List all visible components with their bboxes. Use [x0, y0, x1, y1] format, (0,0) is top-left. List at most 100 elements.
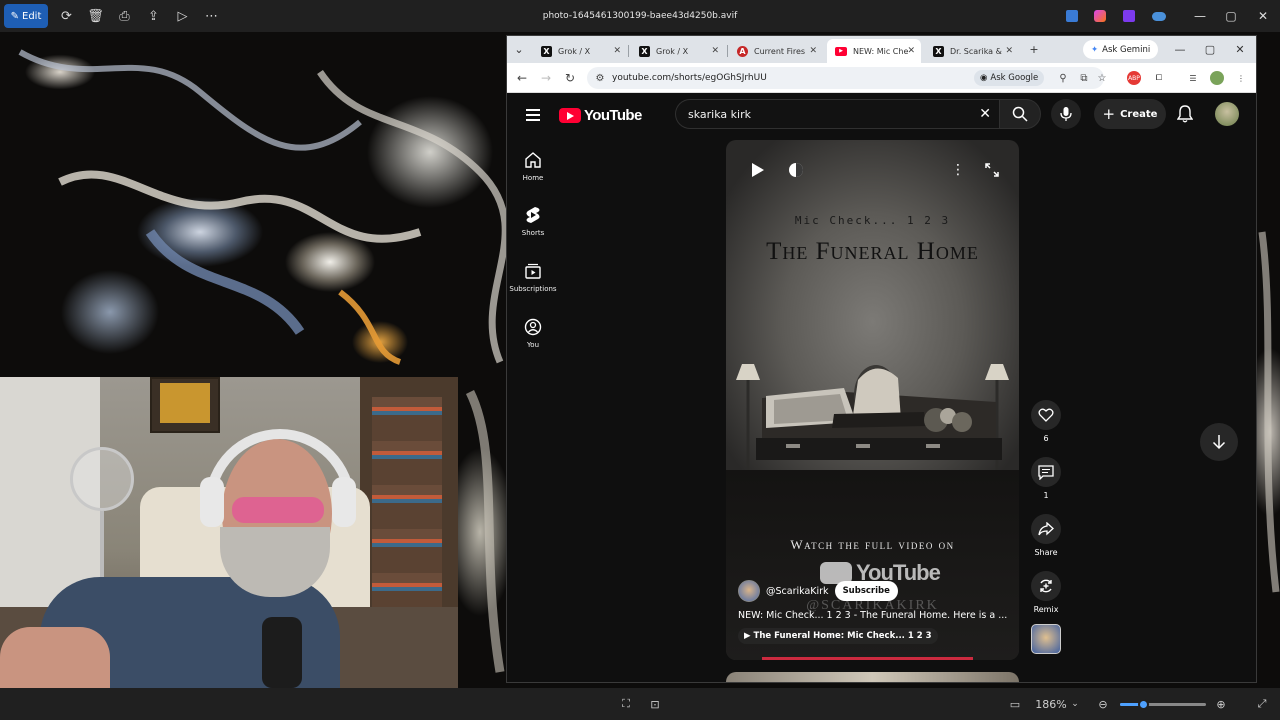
- extensions-icon[interactable]: ⧠: [1152, 71, 1166, 85]
- search-input[interactable]: skarika kirk ✕: [675, 99, 999, 129]
- overlay-subtitle: Mic Check... 1 2 3: [794, 214, 951, 227]
- search-button[interactable]: [999, 99, 1041, 129]
- slideshow-icon[interactable]: ▷: [168, 0, 197, 32]
- gemini-icon: ✦: [1091, 44, 1099, 55]
- channel-name[interactable]: @ScarikaKirk: [766, 586, 829, 597]
- rotate-icon[interactable]: ⟳: [52, 0, 81, 32]
- tab-youtube[interactable]: ▶ NEW: Mic Che ✕: [827, 39, 921, 63]
- sidebar-item-label: Subscriptions: [509, 285, 557, 293]
- fullscreen-icon[interactable]: [980, 158, 1004, 182]
- youtube-icon: [559, 107, 581, 123]
- app-icon-3[interactable]: [1113, 0, 1145, 32]
- related-video-link[interactable]: ▶ The Funeral Home: Mic Check... 1 2 3: [738, 628, 938, 644]
- maximize-button[interactable]: ▢: [1195, 36, 1225, 63]
- create-button[interactable]: + Create: [1094, 99, 1166, 129]
- share-button[interactable]: Share: [1029, 514, 1063, 557]
- tab-search-icon[interactable]: ⌄: [507, 36, 531, 63]
- zoom-icon[interactable]: ⚲: [1056, 71, 1070, 85]
- audio-thumbnail[interactable]: [1031, 624, 1061, 654]
- minimize-button[interactable]: —: [1165, 36, 1195, 63]
- volume-icon[interactable]: [784, 158, 808, 182]
- tab-grok-1[interactable]: X Grok / X ✕: [533, 39, 627, 63]
- maximize-button[interactable]: ▢: [1215, 0, 1247, 32]
- zoom-slider-thumb[interactable]: [1138, 699, 1149, 710]
- sidebar-item-subscriptions[interactable]: Subscriptions: [507, 260, 559, 293]
- print-icon[interactable]: ⎙: [110, 0, 139, 32]
- profile-avatar[interactable]: [1210, 71, 1224, 85]
- zoom-dropdown-icon[interactable]: ⌄: [1069, 696, 1081, 712]
- minimize-button[interactable]: —: [1184, 0, 1216, 32]
- subscribe-button[interactable]: Subscribe: [834, 581, 898, 601]
- fullscreen-icon[interactable]: ⤢: [1254, 696, 1270, 712]
- close-tab-icon[interactable]: ✕: [613, 46, 621, 56]
- app-icon-2[interactable]: [1084, 0, 1116, 32]
- tab-current-fires[interactable]: A Current Fires ✕: [729, 39, 823, 63]
- sidebar-item-home[interactable]: Home: [507, 149, 559, 182]
- close-tab-icon[interactable]: ✕: [711, 46, 719, 56]
- tab-grok-2[interactable]: X Grok / X ✕: [631, 39, 725, 63]
- zoom-in-icon[interactable]: ⊕: [1213, 696, 1229, 712]
- x-logo-icon: X: [933, 45, 944, 57]
- account-avatar[interactable]: [1215, 102, 1239, 126]
- comment-icon: [1038, 464, 1054, 480]
- like-count: 6: [1043, 434, 1049, 443]
- close-tab-icon[interactable]: ✕: [809, 46, 817, 56]
- channel-avatar[interactable]: [738, 580, 760, 602]
- notifications-button[interactable]: [1173, 102, 1197, 126]
- remix-button[interactable]: Remix: [1029, 571, 1063, 614]
- menu-icon[interactable]: [523, 105, 543, 125]
- clear-search-icon[interactable]: ✕: [979, 106, 991, 122]
- voice-search-button[interactable]: [1051, 99, 1081, 129]
- tab-dr-scarika[interactable]: X Dr. Scarika & ✕: [925, 39, 1019, 63]
- back-icon[interactable]: ←: [512, 68, 532, 88]
- next-short-preview[interactable]: [726, 672, 1019, 682]
- ask-gemini-button[interactable]: ✦ Ask Gemini: [1083, 40, 1159, 59]
- next-short-button[interactable]: [1200, 423, 1238, 461]
- crop-icon[interactable]: ⛶: [618, 696, 634, 712]
- site-info-icon[interactable]: ⚙: [593, 71, 607, 85]
- close-button[interactable]: ✕: [1247, 0, 1279, 32]
- like-button[interactable]: 6: [1029, 400, 1063, 443]
- visual-search-icon[interactable]: ⊡: [647, 696, 663, 712]
- comments-button[interactable]: 1: [1029, 457, 1063, 500]
- x-logo-icon: X: [639, 45, 650, 57]
- ask-google-button[interactable]: ◉ Ask Google: [974, 70, 1045, 86]
- bell-icon: [1177, 105, 1193, 123]
- short-description[interactable]: NEW: Mic Check... 1 2 3 - The Funeral Ho…: [738, 610, 1008, 621]
- sidebar-item-shorts[interactable]: Shorts: [507, 204, 559, 237]
- install-app-icon[interactable]: ⧉: [1077, 71, 1091, 85]
- bookmark-star-icon[interactable]: ☆: [1095, 71, 1109, 85]
- reload-icon[interactable]: ↻: [560, 68, 580, 88]
- more-icon[interactable]: ⋯: [197, 0, 226, 32]
- zoom-slider[interactable]: [1120, 699, 1206, 710]
- reading-list-icon[interactable]: ☰: [1186, 71, 1200, 85]
- close-window-button[interactable]: ✕: [1225, 36, 1255, 63]
- video-progress-bar[interactable]: [762, 657, 973, 660]
- play-icon: ▶: [744, 631, 751, 641]
- close-tab-icon[interactable]: ✕: [1005, 46, 1013, 56]
- youtube-logo[interactable]: YouTube: [559, 105, 642, 125]
- share-icon[interactable]: ⇪: [139, 0, 168, 32]
- home-icon: [525, 152, 541, 168]
- casket-scene-image: [736, 364, 1009, 475]
- play-icon[interactable]: [746, 158, 770, 182]
- new-tab-icon[interactable]: +: [1019, 36, 1049, 63]
- edit-button[interactable]: ✎ Edit: [4, 4, 48, 28]
- photo-viewer-toolbar: ✎ Edit ⟳ 🗑 ⎙ ⇪ ▷ ⋯ photo-1645461300199-b…: [0, 0, 1280, 32]
- adblock-icon[interactable]: ABP: [1127, 71, 1141, 85]
- forward-icon[interactable]: →: [536, 68, 556, 88]
- delete-icon[interactable]: 🗑: [81, 0, 110, 32]
- sidebar-item-label: You: [526, 341, 540, 349]
- close-tab-icon[interactable]: ✕: [907, 46, 915, 56]
- more-options-icon[interactable]: ⋮: [946, 158, 970, 182]
- zoom-out-icon[interactable]: ⊖: [1095, 696, 1111, 712]
- menu-icon[interactable]: ⋮: [1234, 71, 1248, 85]
- short-video-player[interactable]: ⋮ Mic Check... 1 2 3 The Funeral Home Wa…: [726, 140, 1019, 660]
- sidebar-item-you[interactable]: You: [507, 316, 559, 349]
- zoom-level[interactable]: 186%: [1032, 696, 1070, 712]
- address-bar[interactable]: ⚙ youtube.com/shorts/egOGhSJrhUU ◉ Ask G…: [587, 67, 1106, 89]
- photo-viewer-statusbar: ⛶ ⊡ ▭ 186% ⌄ ⊖ ⊕ ⤢: [0, 688, 1280, 720]
- fit-to-window-icon[interactable]: ▭: [1007, 696, 1023, 712]
- cloud-icon[interactable]: [1143, 0, 1175, 32]
- youtube-icon: ▶: [835, 46, 847, 56]
